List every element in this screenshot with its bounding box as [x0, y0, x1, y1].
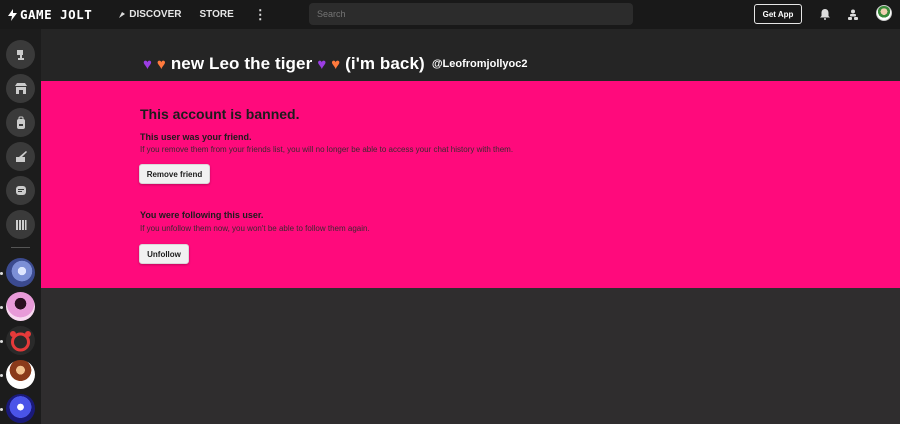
profile-title-row: ♥ ♥ new Leo the tiger ♥ ♥ (i'm back) @Le…: [143, 54, 528, 74]
community-avatar[interactable]: [6, 326, 35, 355]
backpack-icon[interactable]: [6, 108, 35, 137]
nav-discover-label: DISCOVER: [129, 9, 182, 20]
follow-status-text: If you unfollow them now, you won't be a…: [140, 224, 370, 233]
unread-dot: [0, 408, 3, 411]
search-input[interactable]: [309, 3, 633, 25]
purple-heart-icon: ♥: [317, 55, 327, 73]
remove-friend-button[interactable]: Remove friend: [139, 164, 210, 184]
community-avatar[interactable]: [6, 258, 35, 287]
bolt-icon: [8, 8, 17, 21]
notifications-bell-icon[interactable]: [818, 7, 832, 21]
user-avatar[interactable]: [876, 5, 892, 21]
discover-icon: [119, 11, 126, 18]
friend-status-title: This user was your friend.: [140, 132, 252, 142]
logo-wordmark: GAME JOLT: [20, 7, 93, 22]
library-icon[interactable]: [6, 210, 35, 239]
profile-name-suffix: (i'm back): [345, 54, 425, 73]
more-menu-icon[interactable]: ⋮: [254, 0, 267, 29]
orange-heart-icon: ♥: [331, 55, 341, 73]
chat-icon[interactable]: [6, 176, 35, 205]
community-avatar[interactable]: [6, 360, 35, 389]
friends-icon[interactable]: [846, 7, 860, 21]
unread-dot: [0, 340, 3, 343]
nav-discover[interactable]: DISCOVER: [118, 0, 181, 29]
nav-store-label: STORE: [199, 9, 234, 20]
profile-handle[interactable]: @Leofromjollyoc2: [432, 58, 528, 70]
friend-status-text: If you remove them from your friends lis…: [140, 145, 514, 154]
quests-icon[interactable]: [6, 142, 35, 171]
left-sidebar: [0, 29, 41, 424]
profile-name: new Leo the tiger: [170, 54, 313, 73]
unread-dot: [0, 306, 3, 309]
nav-store[interactable]: STORE: [199, 0, 233, 29]
banned-heading: This account is banned.: [140, 106, 300, 122]
purple-heart-icon: ♥: [143, 55, 152, 73]
community-avatar[interactable]: [6, 394, 35, 423]
sidebar-divider: [11, 247, 30, 248]
orange-heart-icon: ♥: [156, 55, 166, 73]
unread-dot: [0, 374, 3, 377]
community-avatar[interactable]: [6, 292, 35, 321]
unread-dot: [0, 272, 3, 275]
unfollow-button[interactable]: Unfollow: [139, 244, 189, 264]
gamejolt-logo[interactable]: GAME JOLT: [8, 0, 92, 29]
store-icon[interactable]: [6, 74, 35, 103]
banned-panel: This account is banned. This user was yo…: [41, 81, 900, 288]
follow-status-title: You were following this user.: [140, 210, 264, 220]
trophy-icon[interactable]: [6, 40, 35, 69]
get-app-button[interactable]: Get App: [754, 4, 802, 24]
